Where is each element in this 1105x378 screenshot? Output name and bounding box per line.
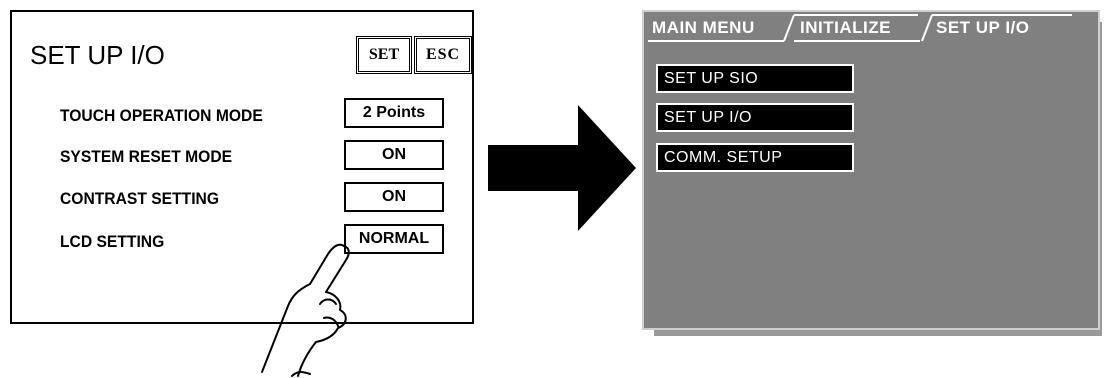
initialize-menu-screen: MAIN MENU INITIALIZE SET UP I/O SET UP S… xyxy=(642,10,1100,330)
breadcrumb-underline xyxy=(794,40,920,42)
breadcrumb-initialize[interactable]: INITIALIZE xyxy=(800,18,891,38)
contrast-setting-value[interactable]: ON xyxy=(344,182,444,212)
breadcrumb-set-up-io: SET UP I/O xyxy=(936,18,1030,37)
touch-operation-mode-label: TOUCH OPERATION MODE xyxy=(60,106,263,125)
breadcrumb: MAIN MENU INITIALIZE SET UP I/O xyxy=(644,12,1098,42)
right-arrow-icon xyxy=(488,105,636,231)
system-reset-mode-value[interactable]: ON xyxy=(344,140,444,170)
lcd-setting-label: LCD SETTING xyxy=(60,232,165,251)
pointing-hand-icon xyxy=(261,243,350,377)
breadcrumb-separator xyxy=(783,14,795,42)
breadcrumb-main-menu[interactable]: MAIN MENU xyxy=(652,18,755,38)
esc-button[interactable]: ESC xyxy=(414,36,472,74)
breadcrumb-overline xyxy=(794,14,918,16)
system-reset-mode-label: SYSTEM RESET MODE xyxy=(60,147,233,166)
menu-item-set-up-sio[interactable]: SET UP SIO xyxy=(656,64,854,93)
menu-item-comm-setup[interactable]: COMM. SETUP xyxy=(656,143,854,172)
set-button[interactable]: SET xyxy=(356,36,412,74)
screen-title: SET UP I/O xyxy=(30,40,165,70)
breadcrumb-overline xyxy=(932,14,1072,16)
touch-operation-mode-value[interactable]: 2 Points xyxy=(344,98,444,128)
menu-item-set-up-io[interactable]: SET UP I/O xyxy=(656,103,854,132)
breadcrumb-separator xyxy=(921,14,933,42)
contrast-setting-label: CONTRAST SETTING xyxy=(60,189,220,208)
breadcrumb-underline xyxy=(648,40,784,42)
